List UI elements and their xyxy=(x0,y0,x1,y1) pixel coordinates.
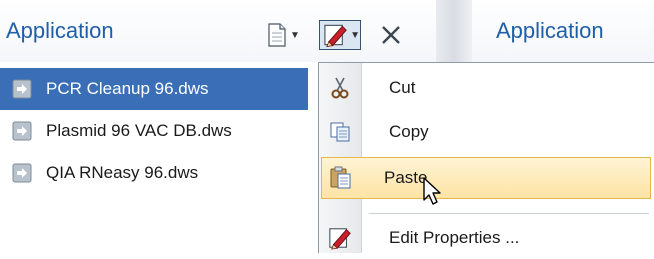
list-item[interactable]: PCR Cleanup 96.dws xyxy=(0,68,308,110)
close-button[interactable] xyxy=(380,22,410,48)
menu-item-label: Cut xyxy=(389,78,416,97)
menu-item-cut[interactable]: Cut xyxy=(319,67,653,109)
list-item[interactable]: Plasmid 96 VAC DB.dws xyxy=(0,110,318,152)
cut-icon xyxy=(331,77,349,99)
workspace-file-icon xyxy=(12,121,32,141)
menu-item-paste[interactable]: Paste xyxy=(321,157,651,199)
edit-properties-icon xyxy=(329,228,351,250)
chevron-down-icon: ▼ xyxy=(350,29,360,41)
panel-title-secondary: Application xyxy=(496,18,604,43)
mouse-cursor-icon xyxy=(423,177,441,205)
file-name: Plasmid 96 VAC DB.dws xyxy=(46,121,232,140)
panel-splitter[interactable] xyxy=(436,0,472,62)
panel-title: Application xyxy=(6,18,114,43)
file-list: PCR Cleanup 96.dws Plasmid 96 VAC DB.dws… xyxy=(0,68,318,194)
paste-icon xyxy=(330,166,351,189)
menu-item-label: Copy xyxy=(389,122,429,141)
edit-properties-button[interactable]: ▼ xyxy=(319,20,361,50)
file-name: PCR Cleanup 96.dws xyxy=(46,79,209,98)
menu-item-copy[interactable]: Copy xyxy=(319,111,653,153)
panel-header: Application ▼ ▼ Application xyxy=(0,0,654,62)
new-document-button[interactable]: ▼ xyxy=(266,22,310,48)
workspace-file-icon xyxy=(12,163,32,183)
list-item[interactable]: QIA RNeasy 96.dws xyxy=(0,152,318,194)
copy-icon xyxy=(330,122,350,142)
new-document-icon xyxy=(268,23,286,47)
context-menu: Cut Copy Paste Edit Properties ... xyxy=(318,62,654,253)
close-icon xyxy=(382,26,400,44)
chevron-down-icon: ▼ xyxy=(290,29,300,41)
file-name: QIA RNeasy 96.dws xyxy=(46,163,199,182)
menu-item-label: Edit Properties ... xyxy=(389,228,520,247)
menu-item-label: Paste xyxy=(384,168,428,187)
workspace-file-icon xyxy=(12,79,32,99)
edit-properties-icon xyxy=(324,24,347,48)
menu-separator xyxy=(369,213,649,214)
